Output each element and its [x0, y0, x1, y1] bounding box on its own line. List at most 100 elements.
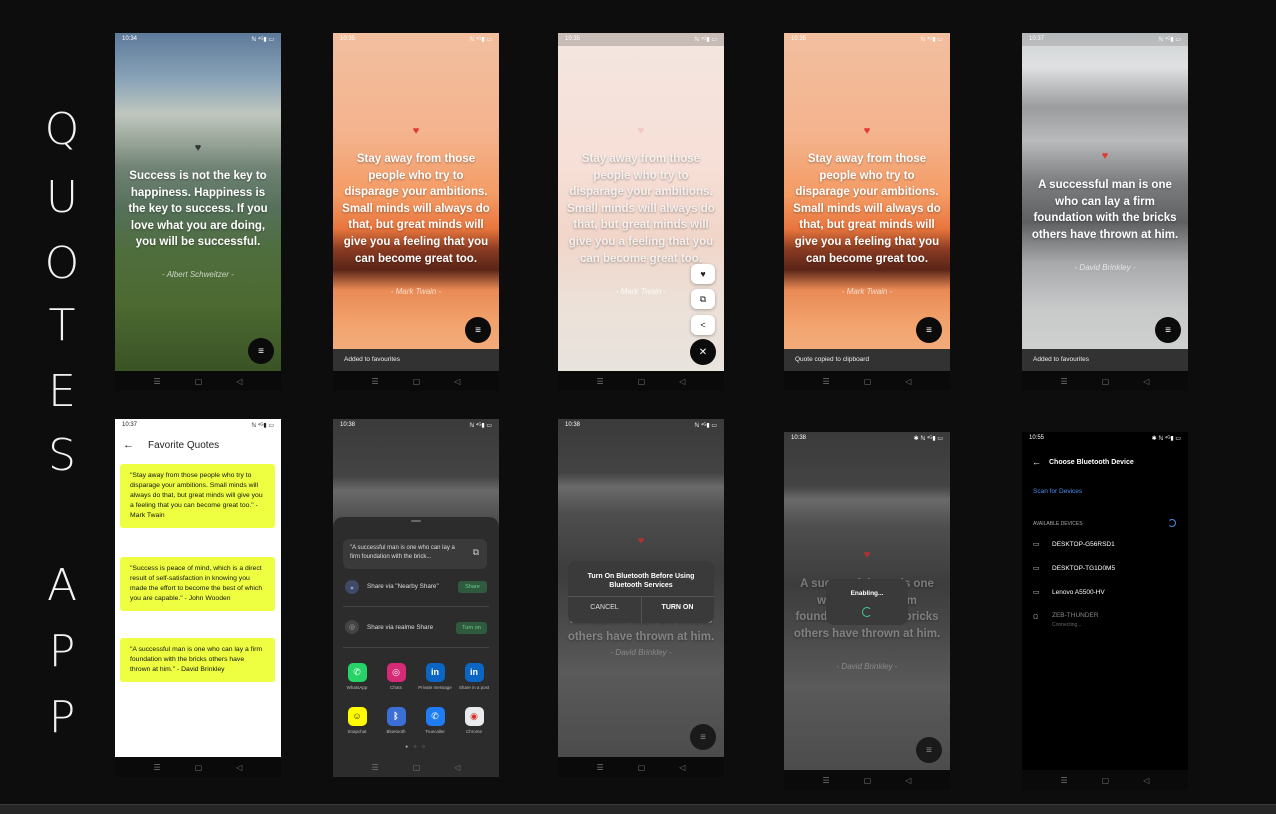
menu-fab[interactable]: ≡	[465, 317, 491, 343]
recents-nav-icon[interactable]: ☰	[372, 763, 379, 772]
scan-for-devices-button[interactable]: Scan for Devices	[1033, 488, 1082, 495]
phone-screen-2: 10:35 ℕ ⁴ᴳ▮ ▭ ♥ Stay away from those peo…	[333, 33, 499, 391]
menu-fab[interactable]: ≡	[1155, 317, 1181, 343]
copy-icon[interactable]: ⧉	[473, 548, 479, 557]
cancel-button[interactable]: CANCEL	[568, 604, 641, 611]
share-app-bluetooth[interactable]: ᛒ Bluetooth	[378, 707, 414, 735]
sheet-handle[interactable]	[411, 520, 421, 522]
heart-icon[interactable]: ♥	[558, 126, 724, 137]
menu-icon: ≡	[475, 324, 481, 336]
device-row[interactable]: Ω ZEB-THUNDER Connecting...	[1033, 610, 1183, 632]
nearby-share-button[interactable]: Share	[458, 581, 487, 593]
turn-on-button[interactable]: TURN ON	[641, 604, 714, 611]
back-nav-icon[interactable]: ◁	[905, 776, 911, 785]
section-header: AVAILABLE DEVICES	[1033, 521, 1083, 527]
share-icon: <	[700, 320, 706, 330]
menu-fab[interactable]: ≡	[916, 317, 942, 343]
recents-nav-icon[interactable]: ☰	[1061, 776, 1068, 785]
menu-fab[interactable]: ≡	[248, 338, 274, 364]
device-row[interactable]: ▭ DESKTOP-TG1D0M5	[1033, 563, 1183, 577]
home-nav-icon[interactable]: ▢	[195, 377, 203, 386]
favorite-quote-card[interactable]: "A successful man is one who can lay a f…	[120, 638, 275, 682]
home-nav-icon[interactable]: ▢	[864, 377, 872, 386]
share-app-label: Private message	[418, 685, 452, 690]
system-nav-bar: ☰ ▢ ◁	[115, 371, 281, 391]
system-nav-bar: ☰ ▢ ◁	[115, 757, 281, 777]
status-time: 10:34	[122, 36, 138, 42]
recents-nav-icon[interactable]: ☰	[1061, 377, 1068, 386]
phone-screen-5: 10:37 ℕ ⁴ᴳ▮ ▭ ♥ A successful man is one …	[1022, 33, 1188, 391]
status-time: 10:38	[340, 422, 356, 428]
share-app-snapchat[interactable]: ☺ Snapchat	[339, 707, 375, 735]
device-row[interactable]: ▭ DESKTOP-G56RSD1	[1033, 539, 1183, 553]
home-nav-icon[interactable]: ▢	[413, 763, 421, 772]
heart-icon[interactable]: ♥	[784, 126, 950, 137]
page-indicator: ● ○ ○	[405, 744, 427, 750]
recents-nav-icon[interactable]: ☰	[823, 776, 830, 785]
back-nav-icon[interactable]: ◁	[236, 763, 242, 772]
share-app-whatsapp[interactable]: ✆ WhatsApp	[339, 663, 375, 691]
device-status: Connecting...	[1052, 622, 1082, 628]
heart-icon[interactable]: ♥	[1022, 151, 1188, 162]
home-nav-icon[interactable]: ▢	[638, 377, 646, 386]
status-time: 10:38	[791, 435, 807, 441]
phone-screen-1: 10:34 ℕ ⁴ᴳ▮ ▭ ♥ Success is not the key t…	[115, 33, 281, 391]
close-fab[interactable]: ✕	[690, 339, 716, 365]
phone-screen-10: 10:55 ✱ ℕ ⁴ᴳ▮ ▭ ← Choose Bluetooth Devic…	[1022, 432, 1188, 790]
copy-icon: ⧉	[699, 293, 707, 304]
menu-icon: ≡	[1165, 324, 1171, 336]
recents-nav-icon[interactable]: ☰	[597, 377, 604, 386]
share-app-share-in-post[interactable]: in Share in a post	[456, 663, 492, 691]
home-nav-icon[interactable]: ▢	[1102, 377, 1110, 386]
home-nav-icon[interactable]: ▢	[638, 763, 646, 772]
bluetooth-icon: ᛒ	[386, 707, 406, 726]
share-app-chrome[interactable]: ◉ Chrome	[456, 707, 492, 735]
share-app-private-message[interactable]: in Private message	[417, 663, 453, 691]
back-nav-icon[interactable]: ◁	[236, 377, 242, 386]
back-icon[interactable]: ←	[123, 439, 134, 451]
back-nav-icon[interactable]: ◁	[454, 377, 460, 386]
snackbar: Added to favourites	[333, 349, 499, 371]
recents-nav-icon[interactable]: ☰	[823, 377, 830, 386]
phone-screen-8: 10:38 ℕ ⁴ᴳ▮ ▭ ♥ A successful man is one …	[558, 419, 724, 777]
heart-icon[interactable]: ♥	[333, 126, 499, 137]
back-icon[interactable]: ←	[1032, 457, 1041, 467]
status-bar: 10:38 ℕ ⁴ᴳ▮ ▭	[558, 419, 724, 432]
menu-fab[interactable]: ≡	[916, 737, 942, 763]
copy-button[interactable]: ⧉	[691, 289, 715, 309]
recents-nav-icon[interactable]: ☰	[597, 763, 604, 772]
favorite-quote-card[interactable]: "Success is peace of mind, which is a di…	[120, 557, 275, 611]
share-preview-text: "A successful man is one who can lay a f…	[350, 545, 455, 560]
phone-screen-4: 10:35 ℕ ⁴ᴳ▮ ▭ ♥ Stay away from those peo…	[784, 33, 950, 391]
back-nav-icon[interactable]: ◁	[454, 763, 460, 772]
side-title-letter: U	[45, 172, 79, 223]
heart-icon[interactable]: ♥	[115, 143, 281, 154]
share-app-chats[interactable]: ◎ Chats	[378, 663, 414, 691]
device-row[interactable]: ▭ Lenovo A5500-HV	[1033, 587, 1183, 601]
enabling-label: Enabling...	[850, 590, 884, 597]
recents-nav-icon[interactable]: ☰	[372, 377, 379, 386]
heart-icon: ♥	[637, 535, 645, 547]
share-app-truecaller[interactable]: ✆ Truecaller	[417, 707, 453, 735]
menu-fab[interactable]: ≡	[690, 724, 716, 750]
back-nav-icon[interactable]: ◁	[1143, 377, 1149, 386]
share-button[interactable]: <	[691, 315, 715, 335]
favourite-button[interactable]: ♥	[691, 264, 715, 284]
favorite-quote-card[interactable]: "Stay away from those people who try to …	[120, 464, 275, 528]
back-nav-icon[interactable]: ◁	[679, 763, 685, 772]
home-nav-icon[interactable]: ▢	[195, 763, 203, 772]
back-nav-icon[interactable]: ◁	[679, 377, 685, 386]
realme-share-button[interactable]: Turn on	[456, 622, 487, 634]
home-nav-icon[interactable]: ▢	[1102, 776, 1110, 785]
back-nav-icon[interactable]: ◁	[905, 377, 911, 386]
device-name: DESKTOP-G56RSD1	[1052, 541, 1115, 548]
back-nav-icon[interactable]: ◁	[1143, 776, 1149, 785]
home-nav-icon[interactable]: ▢	[413, 377, 421, 386]
recents-nav-icon[interactable]: ☰	[154, 763, 161, 772]
divider	[343, 606, 489, 607]
recents-nav-icon[interactable]: ☰	[154, 377, 161, 386]
system-nav-bar: ☰ ▢ ◁	[784, 770, 950, 790]
system-nav-bar: ☰ ▢ ◁	[784, 371, 950, 391]
home-nav-icon[interactable]: ▢	[864, 776, 872, 785]
status-icons: ℕ ⁴ᴳ▮ ▭	[1158, 37, 1181, 43]
